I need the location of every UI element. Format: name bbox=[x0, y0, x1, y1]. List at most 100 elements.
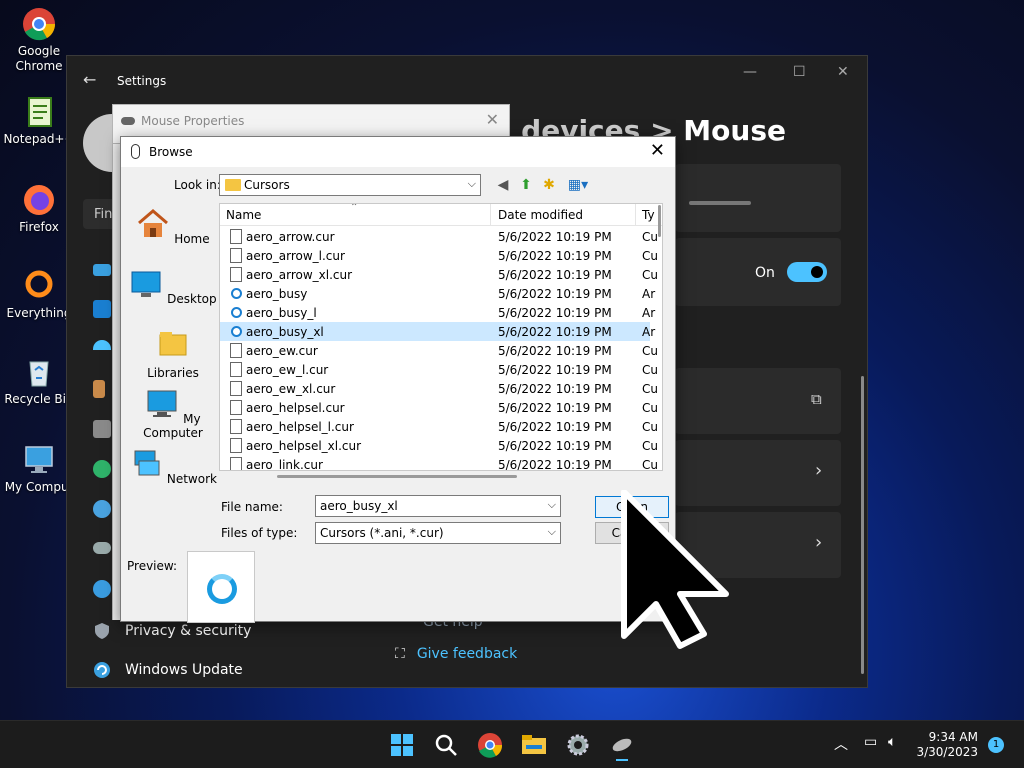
chevron-right-icon: › bbox=[815, 460, 823, 481]
sidebar-item-windows-update[interactable]: Windows Update bbox=[93, 661, 243, 679]
notification-badge[interactable]: 1 bbox=[988, 737, 1004, 753]
search-input[interactable]: Fin bbox=[83, 199, 113, 229]
accessibility-icon[interactable] bbox=[93, 580, 111, 598]
scrollbar[interactable] bbox=[861, 376, 864, 674]
file-row[interactable]: aero_helpsel_xl.cur 5/6/2022 10:19 PM Cu bbox=[220, 436, 658, 455]
file-icon bbox=[230, 381, 242, 396]
maximize-icon[interactable]: ☐ bbox=[793, 64, 806, 80]
personalization-icon[interactable] bbox=[93, 380, 105, 398]
column-header-type[interactable]: Ty bbox=[642, 208, 655, 222]
give-feedback-link[interactable]: ⛶ Give feedback bbox=[395, 646, 517, 662]
file-row[interactable]: aero_arrow.cur 5/6/2022 10:19 PM Cu bbox=[220, 227, 658, 246]
search-icon[interactable] bbox=[430, 729, 462, 761]
accounts-icon[interactable] bbox=[93, 460, 111, 478]
chevron-up-icon[interactable]: ︿ bbox=[834, 734, 848, 754]
file-type-cell: Cu bbox=[642, 230, 658, 244]
back-arrow-icon[interactable]: ← bbox=[83, 70, 96, 89]
bluetooth-icon[interactable] bbox=[93, 300, 111, 318]
close-icon[interactable]: ✕ bbox=[650, 140, 665, 161]
feedback-icon: ⛶ bbox=[395, 646, 405, 662]
file-row[interactable]: aero_busy_xl 5/6/2022 10:19 PM Ar bbox=[220, 322, 655, 341]
look-in-value: Cursors bbox=[244, 178, 290, 192]
file-name-cell: aero_busy bbox=[246, 287, 308, 301]
file-row[interactable]: aero_helpsel_l.cur 5/6/2022 10:19 PM Cu bbox=[220, 417, 658, 436]
column-header-date[interactable]: Date modified bbox=[498, 208, 583, 222]
place-network[interactable]: Network bbox=[129, 449, 217, 486]
file-list-vscroll[interactable] bbox=[658, 205, 661, 237]
start-icon[interactable] bbox=[386, 729, 418, 761]
up-folder-icon[interactable]: ⬆ bbox=[517, 177, 535, 193]
firefox-icon bbox=[24, 185, 54, 215]
file-name-cell: aero_ew.cur bbox=[246, 344, 318, 358]
toggle-switch[interactable] bbox=[787, 262, 827, 282]
file-row[interactable]: aero_arrow_l.cur 5/6/2022 10:19 PM Cu bbox=[220, 246, 658, 265]
file-icon bbox=[230, 229, 242, 244]
file-date-cell: 5/6/2022 10:19 PM bbox=[498, 249, 612, 263]
file-row[interactable]: aero_ew_l.cur 5/6/2022 10:19 PM Cu bbox=[220, 360, 658, 379]
file-icon bbox=[230, 419, 242, 434]
place-my-computer[interactable]: My Computer bbox=[129, 389, 217, 440]
animated-cursor-icon bbox=[231, 288, 242, 299]
file-icon bbox=[230, 267, 242, 282]
settings-gear-icon[interactable] bbox=[562, 729, 594, 761]
place-desktop[interactable]: Desktop bbox=[129, 269, 217, 306]
settings-card-link[interactable]: ⧉ bbox=[675, 368, 841, 434]
chevron-down-icon[interactable]: ⌵ bbox=[548, 525, 556, 539]
file-list-header: Name ⌃ Date modified Ty bbox=[220, 204, 662, 226]
column-header-name[interactable]: Name bbox=[226, 208, 261, 222]
place-home[interactable]: Home bbox=[129, 209, 217, 246]
network-tray-icon[interactable]: ▭ bbox=[864, 734, 877, 750]
notepadpp-icon bbox=[28, 97, 52, 127]
network-icon bbox=[134, 450, 160, 476]
file-explorer-icon[interactable] bbox=[518, 729, 550, 761]
file-row[interactable]: aero_busy 5/6/2022 10:19 PM Ar bbox=[220, 284, 655, 303]
file-row[interactable]: aero_busy_l 5/6/2022 10:19 PM Ar bbox=[220, 303, 655, 322]
chrome-icon[interactable] bbox=[474, 729, 506, 761]
close-icon[interactable]: ✕ bbox=[486, 110, 499, 129]
file-date-cell: 5/6/2022 10:19 PM bbox=[498, 344, 612, 358]
look-in-select[interactable]: Cursors ⌵ bbox=[219, 174, 481, 196]
volume-icon[interactable]: 🔈︎ bbox=[888, 734, 896, 750]
column-divider[interactable] bbox=[635, 204, 636, 226]
new-folder-icon[interactable]: ✱ bbox=[540, 177, 558, 193]
close-icon[interactable]: ✕ bbox=[837, 64, 849, 80]
file-icon bbox=[230, 457, 242, 470]
place-libraries[interactable]: Libraries bbox=[129, 329, 217, 380]
slider-track[interactable] bbox=[689, 201, 751, 205]
file-list[interactable]: Name ⌃ Date modified Ty aero_arrow.cur 5/… bbox=[219, 203, 663, 471]
apps-icon[interactable] bbox=[93, 420, 111, 438]
settings-title: Settings bbox=[117, 74, 167, 88]
file-date-cell: 5/6/2022 10:19 PM bbox=[498, 458, 612, 471]
file-row[interactable]: aero_ew.cur 5/6/2022 10:19 PM Cu bbox=[220, 341, 658, 360]
chevron-down-icon[interactable]: ⌵ bbox=[548, 498, 556, 512]
file-icon bbox=[230, 400, 242, 415]
column-divider[interactable] bbox=[490, 204, 491, 226]
file-type-cell: Cu bbox=[642, 363, 658, 377]
file-row[interactable]: aero_helpsel.cur 5/6/2022 10:19 PM Cu bbox=[220, 398, 658, 417]
view-menu-icon[interactable]: ▦▾ bbox=[565, 177, 591, 193]
file-name-input[interactable]: aero_busy_xl ⌵ bbox=[315, 495, 561, 517]
clock-time: 9:34 AM bbox=[928, 730, 978, 744]
mouse-properties-taskbar-icon[interactable] bbox=[606, 729, 638, 761]
file-row[interactable]: aero_ew_xl.cur 5/6/2022 10:19 PM Cu bbox=[220, 379, 658, 398]
clock[interactable]: 9:34 AM 3/30/2023 bbox=[916, 730, 978, 760]
file-row[interactable]: aero_link.cur 5/6/2022 10:19 PM Cu bbox=[220, 455, 658, 471]
sidebar-item-privacy[interactable]: Privacy & security bbox=[93, 622, 251, 640]
back-icon[interactable]: ◀ bbox=[494, 177, 512, 193]
wifi-icon[interactable] bbox=[93, 340, 111, 350]
folder-icon bbox=[225, 179, 241, 191]
file-date-cell: 5/6/2022 10:19 PM bbox=[498, 306, 612, 320]
file-list-hscroll[interactable] bbox=[277, 475, 517, 478]
file-name-label: File name: bbox=[221, 500, 283, 514]
time-language-icon[interactable] bbox=[93, 500, 111, 518]
gaming-icon[interactable] bbox=[93, 542, 111, 554]
sidebar-item-label: Windows Update bbox=[125, 662, 243, 678]
files-of-type-label: Files of type: bbox=[221, 526, 298, 540]
file-row[interactable]: aero_arrow_xl.cur 5/6/2022 10:19 PM Cu bbox=[220, 265, 658, 284]
file-icon bbox=[230, 438, 242, 453]
files-of-type-select[interactable]: Cursors (*.ani, *.cur) ⌵ bbox=[315, 522, 561, 544]
file-type-cell: Cu bbox=[642, 439, 658, 453]
minimize-icon[interactable]: — bbox=[743, 64, 757, 80]
file-name-cell: aero_busy_l bbox=[246, 306, 317, 320]
display-icon[interactable] bbox=[93, 264, 111, 276]
